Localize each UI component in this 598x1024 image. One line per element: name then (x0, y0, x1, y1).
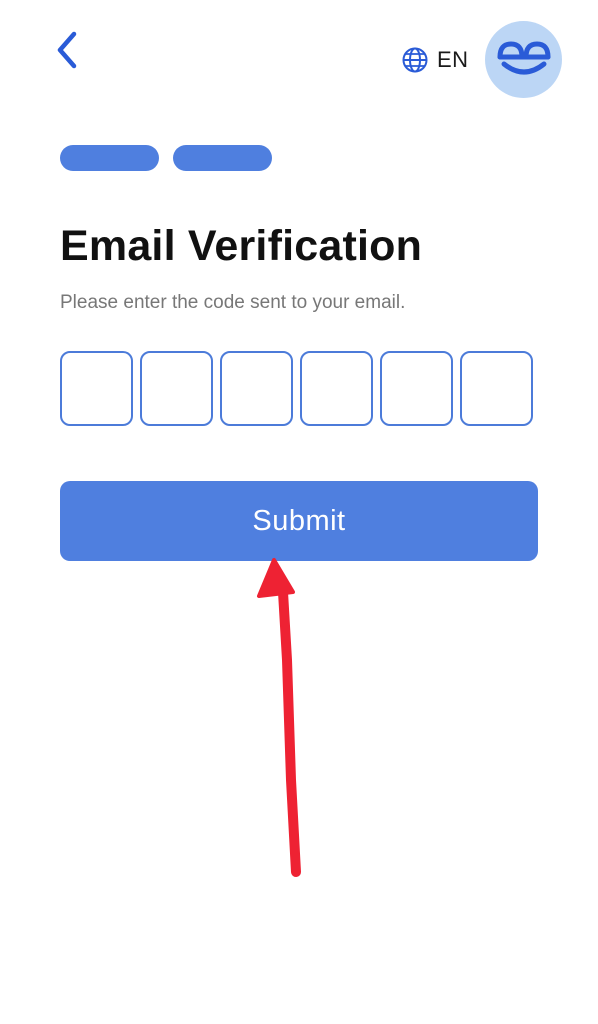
step-progress (60, 145, 272, 171)
language-selector[interactable]: EN (401, 44, 469, 76)
page-subtitle: Please enter the code sent to your email… (60, 292, 406, 313)
code-digit-2[interactable] (140, 351, 213, 426)
globe-icon (402, 47, 428, 73)
chevron-left-icon (57, 31, 77, 69)
code-digit-5[interactable] (380, 351, 453, 426)
language-label: EN (437, 47, 469, 72)
submit-button[interactable]: Submit (60, 481, 538, 561)
verification-code-inputs (60, 351, 533, 426)
verification-screen: EN Email Verification Please enter the c… (0, 0, 598, 1024)
smiley-logo-icon (497, 41, 550, 74)
back-button[interactable] (44, 26, 88, 74)
code-digit-4[interactable] (300, 351, 373, 426)
code-digit-1[interactable] (60, 351, 133, 426)
code-digit-6[interactable] (460, 351, 533, 426)
code-digit-3[interactable] (220, 351, 293, 426)
page-title: Email Verification (60, 222, 423, 270)
avatar[interactable] (485, 21, 562, 98)
progress-step-2 (173, 145, 272, 171)
progress-step-1 (60, 145, 159, 171)
